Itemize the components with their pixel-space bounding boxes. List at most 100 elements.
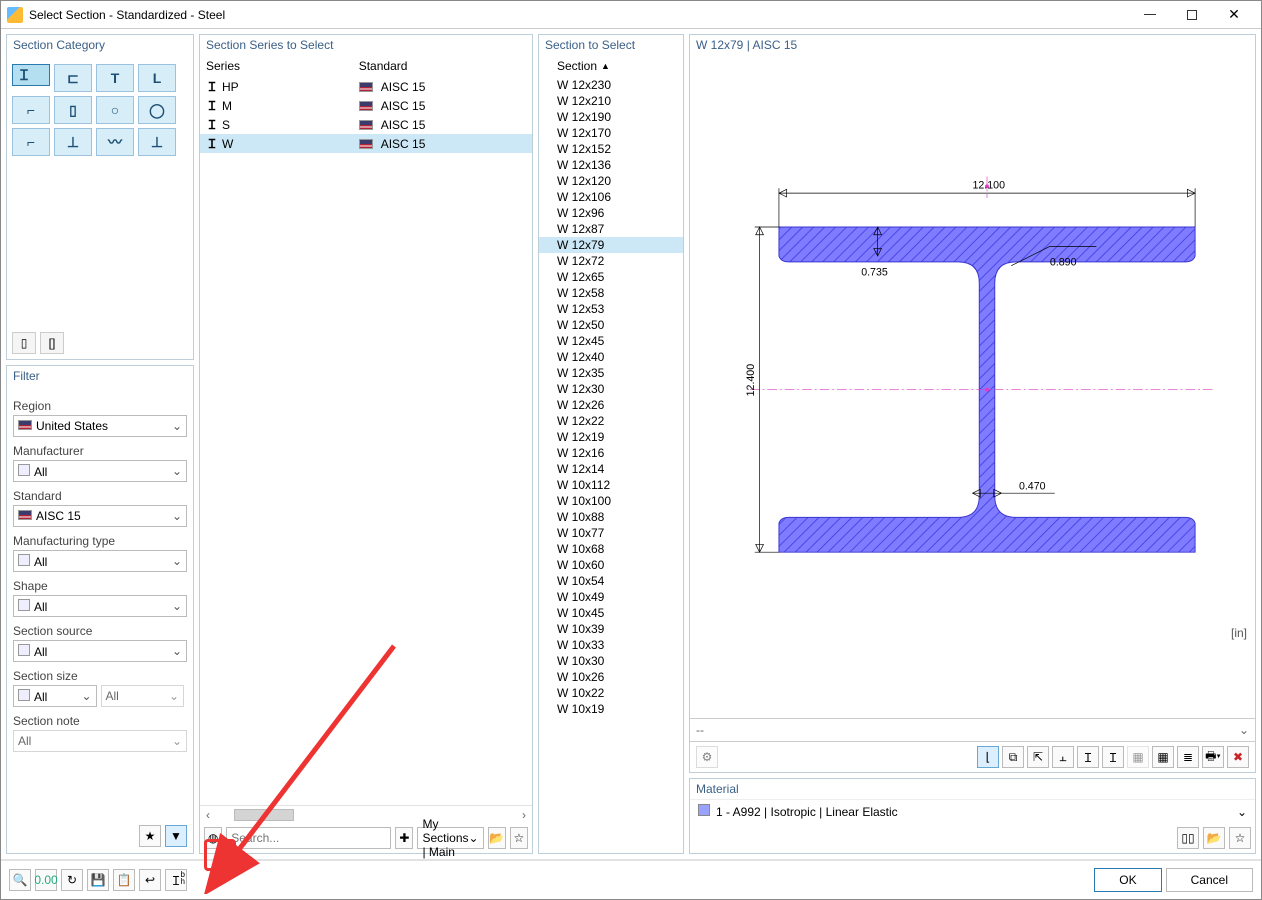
series-row[interactable]: ＩWAISC 15 (200, 134, 532, 153)
section-row[interactable]: W 12x96 (539, 205, 683, 221)
section-row[interactable]: W 10x112 (539, 477, 683, 493)
section-row[interactable]: W 10x30 (539, 653, 683, 669)
section-row[interactable]: W 12x106 (539, 189, 683, 205)
section-row[interactable]: W 12x120 (539, 173, 683, 189)
filter-source-select[interactable]: All⌄ (13, 640, 187, 662)
cat-l-shape[interactable]: L (138, 64, 176, 92)
section-row[interactable]: W 12x50 (539, 317, 683, 333)
section-row[interactable]: W 10x68 (539, 541, 683, 557)
preview-mid-select[interactable]: --⌄ (690, 718, 1255, 742)
preview-print-button[interactable]: 🖶▾ (1202, 746, 1224, 768)
cat-oval-shape[interactable]: ◯ (138, 96, 176, 124)
section-row[interactable]: W 12x170 (539, 125, 683, 141)
filter-note-select[interactable]: All⌄ (13, 730, 187, 752)
cat-tee2-shape[interactable]: ⊥ (54, 128, 92, 156)
cat-wave-shape[interactable]: 〰 (96, 128, 134, 156)
section-row[interactable]: W 10x19 (539, 701, 683, 717)
bb-refresh-button[interactable]: ↻ (61, 869, 83, 891)
section-row[interactable]: W 10x100 (539, 493, 683, 509)
preview-mode1-button[interactable]: ⌊ (977, 746, 999, 768)
preview-props-button[interactable]: ⚙ (696, 746, 718, 768)
section-row[interactable]: W 12x19 (539, 429, 683, 445)
mysections-select[interactable]: My Sections | Main⌄ (417, 827, 483, 849)
bb-undo-button[interactable]: ↩ (139, 869, 161, 891)
cat-z-shape[interactable]: ⌐ (12, 128, 50, 156)
ok-button[interactable]: OK (1094, 868, 1161, 892)
material-new-button[interactable]: ☆ (1229, 827, 1251, 849)
preview-mode2-button[interactable]: ⧉ (1002, 746, 1024, 768)
series-new-button[interactable]: ☆ (510, 827, 528, 849)
section-row[interactable]: W 12x45 (539, 333, 683, 349)
cat-circle-shape[interactable]: ○ (96, 96, 134, 124)
section-row[interactable]: W 12x35 (539, 365, 683, 381)
preview-reset-button[interactable]: ✖ (1227, 746, 1249, 768)
preview-mode6-button[interactable]: Ｉ (1102, 746, 1124, 768)
series-col-header[interactable]: Series (200, 55, 353, 77)
series-open-button[interactable]: 📂 (488, 827, 506, 849)
cat-c-shape[interactable]: ⊏ (54, 64, 92, 92)
filter-shape-select[interactable]: All⌄ (13, 595, 187, 617)
filter-manufacturer-select[interactable]: All⌄ (13, 460, 187, 482)
section-row[interactable]: W 12x40 (539, 349, 683, 365)
section-row[interactable]: W 12x152 (539, 141, 683, 157)
filter-region-select[interactable]: United States⌄ (13, 415, 187, 437)
section-row[interactable]: W 12x58 (539, 285, 683, 301)
close-button[interactable]: ✕ (1213, 2, 1255, 28)
section-row[interactable]: W 10x33 (539, 637, 683, 653)
filter-size1-select[interactable]: All⌄ (13, 685, 97, 707)
cat-brackets-button[interactable]: [] (40, 332, 64, 354)
filter-standard-select[interactable]: AISC 15⌄ (13, 505, 187, 527)
maximize-button[interactable] (1171, 2, 1213, 28)
preview-grid-button[interactable]: ▦ (1152, 746, 1174, 768)
preview-mode7-button[interactable]: ▦ (1127, 746, 1149, 768)
filter-funnel-button[interactable]: ▼ (165, 825, 187, 847)
section-row[interactable]: W 10x39 (539, 621, 683, 637)
cat-rect-shape[interactable]: ▯ (54, 96, 92, 124)
bb-save-button[interactable]: 💾 (87, 869, 109, 891)
minimize-button[interactable] (1129, 2, 1171, 28)
material-select[interactable]: 1 - A992 | Isotropic | Linear Elastic ⌄ (690, 799, 1255, 823)
section-row[interactable]: W 10x49 (539, 589, 683, 605)
preview-list-button[interactable]: ≣ (1177, 746, 1199, 768)
cat-angle-shape[interactable]: ⌐ (12, 96, 50, 124)
section-row[interactable]: W 10x88 (539, 509, 683, 525)
section-row[interactable]: W 10x45 (539, 605, 683, 621)
series-row[interactable]: ＩHPAISC 15 (200, 77, 532, 96)
section-row[interactable]: W 12x87 (539, 221, 683, 237)
series-hscroll[interactable]: ‹› (200, 805, 532, 823)
section-row[interactable]: W 10x54 (539, 573, 683, 589)
section-row[interactable]: W 12x22 (539, 413, 683, 429)
bb-search-button[interactable]: 🔍 (9, 869, 31, 891)
section-row[interactable]: W 12x30 (539, 381, 683, 397)
section-row[interactable]: W 12x230 (539, 77, 683, 93)
section-row[interactable]: W 10x60 (539, 557, 683, 573)
cancel-button[interactable]: Cancel (1166, 868, 1253, 892)
standard-col-header[interactable]: Standard (353, 55, 532, 77)
filter-mtype-select[interactable]: All⌄ (13, 550, 187, 572)
cat-t-shape[interactable]: T (96, 64, 134, 92)
cat-solidrect-button[interactable]: ▯ (12, 332, 36, 354)
preview-mode3-button[interactable]: ⇱ (1027, 746, 1049, 768)
section-row[interactable]: W 12x72 (539, 253, 683, 269)
preview-mode5-button[interactable]: Ｉ (1077, 746, 1099, 768)
series-cube-button[interactable]: ◍ (204, 827, 222, 849)
series-add-button[interactable]: ✚ (395, 827, 413, 849)
preview-mode4-button[interactable]: ⫠ (1052, 746, 1074, 768)
section-row[interactable]: W 10x26 (539, 669, 683, 685)
filter-star-button[interactable]: ★ (139, 825, 161, 847)
filter-size2-select[interactable]: All⌄ (101, 685, 185, 707)
section-row[interactable]: W 12x14 (539, 461, 683, 477)
material-open-button[interactable]: 📂 (1203, 827, 1225, 849)
section-row[interactable]: W 12x79 (539, 237, 683, 253)
cat-person-shape[interactable]: ⊥ (138, 128, 176, 156)
section-row[interactable]: W 10x22 (539, 685, 683, 701)
material-lib-button[interactable]: ▯▯ (1177, 827, 1199, 849)
sectionlist-sort[interactable]: Section▲ (539, 55, 683, 77)
section-row[interactable]: W 10x77 (539, 525, 683, 541)
bb-units-button[interactable]: 0.00 (35, 869, 57, 891)
section-row[interactable]: W 12x136 (539, 157, 683, 173)
series-search-input[interactable] (226, 827, 391, 849)
series-row[interactable]: ＩMAISC 15 (200, 96, 532, 115)
section-row[interactable]: W 12x16 (539, 445, 683, 461)
section-row[interactable]: W 12x190 (539, 109, 683, 125)
